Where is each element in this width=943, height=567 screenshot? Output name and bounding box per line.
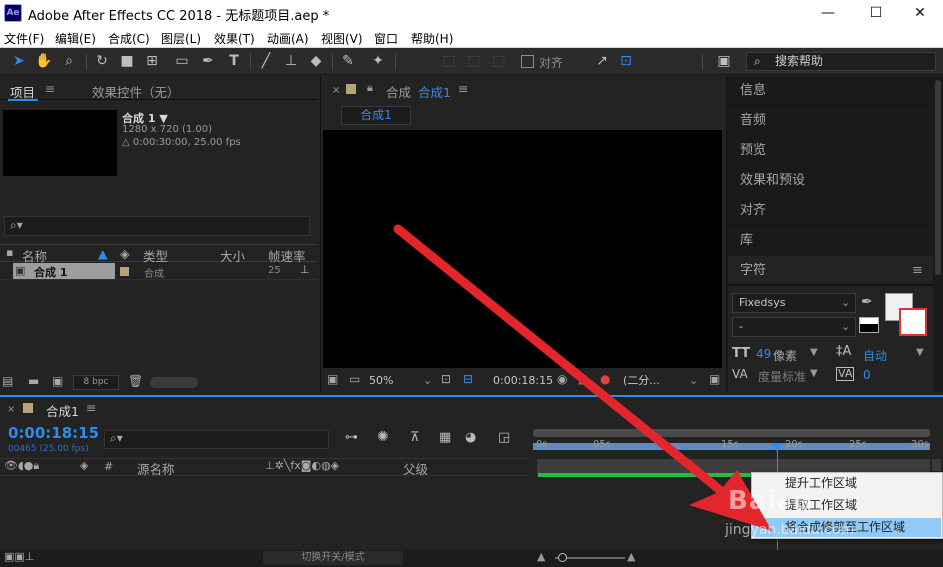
watermark-text: jingyan.baidu.com (725, 522, 855, 538)
watermark-logo: Baiʚɞ (728, 486, 813, 516)
annotation-arrow-icon (393, 224, 772, 531)
